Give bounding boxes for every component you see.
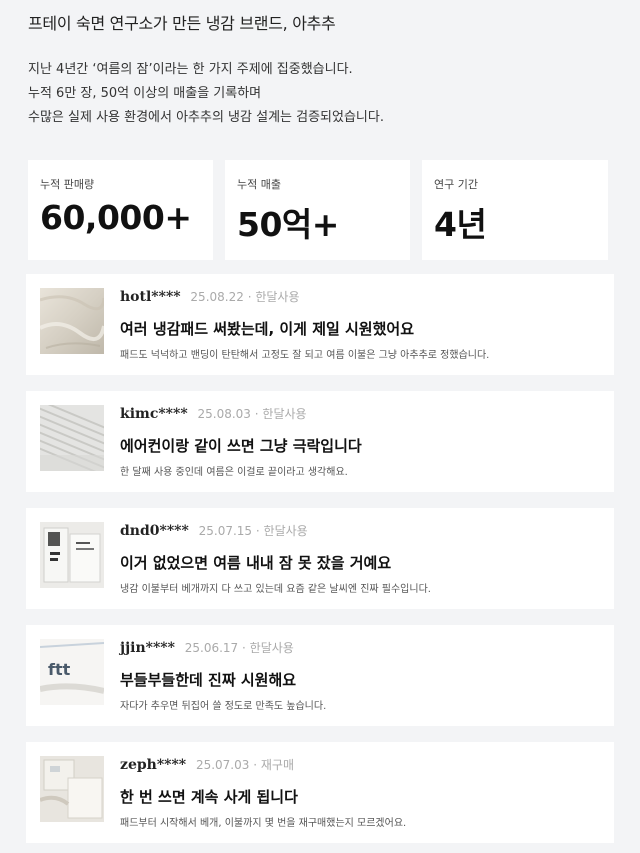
meta-separator: · xyxy=(254,407,259,421)
review-date: 25.07.03 xyxy=(195,758,250,772)
stat-card-period: 연구 기간 4년 xyxy=(422,160,608,260)
review-meta: zeph**** 25.07.03 · 재구매 xyxy=(120,756,294,773)
review-title: 이거 없었으면 여름 내내 잠 못 잤을 거예요 xyxy=(120,554,392,572)
review-card[interactable]: kimc**** 25.08.03 · 한달사용 에어컨이랑 같이 쓰면 그냥 … xyxy=(26,391,614,492)
review-card[interactable]: ftt jjin**** 25.06.17 · 한달사용 부들부들한데 진짜 시… xyxy=(26,625,614,726)
meta-separator: · xyxy=(253,758,258,772)
meta-separator: · xyxy=(247,290,252,304)
review-date: 25.08.22 xyxy=(190,290,244,304)
review-user: kimc**** xyxy=(120,406,188,422)
review-title: 여러 냉감패드 써봤는데, 이게 제일 시원했어요 xyxy=(120,320,415,338)
stat-card-revenue: 누적 매출 50억+ xyxy=(225,160,410,260)
review-body: 패드부터 시작해서 베개, 이불까지 몇 번을 재구매했는지 모르겠어요. xyxy=(120,818,407,829)
review-meta: hotl**** 25.08.22 · 한달사용 xyxy=(120,288,300,305)
stat-label: 누적 판매량 xyxy=(40,178,95,191)
stat-label: 누적 매출 xyxy=(237,178,281,191)
review-user: zeph**** xyxy=(120,757,187,773)
review-tag: 한달사용 xyxy=(255,290,300,304)
intro-line: 누적 6만 장, 50억 이상의 매출을 기록하며 xyxy=(28,86,262,101)
header-title: 프테이 숙면 연구소가 만든 냉감 브랜드, 아추추 xyxy=(28,14,336,33)
review-card[interactable]: zeph**** 25.07.03 · 재구매 한 번 쓰면 계속 사게 됩니다… xyxy=(26,742,614,843)
review-tag: 한달사용 xyxy=(263,524,308,538)
review-card[interactable]: hotl**** 25.08.22 · 한달사용 여러 냉감패드 써봤는데, 이… xyxy=(26,274,614,375)
stat-label: 연구 기간 xyxy=(434,178,478,191)
intro-line: 지난 4년간 ‘여름의 잠’이라는 한 가지 주제에 집중했습니다. xyxy=(28,62,353,77)
intro-line: 수많은 실제 사용 환경에서 아추추의 냉감 설계는 검증되었습니다. xyxy=(28,110,384,125)
review-tag: 한달사용 xyxy=(262,407,307,421)
review-card[interactable]: dnd0**** 25.07.15 · 한달사용 이거 없었으면 여름 내내 잠… xyxy=(26,508,614,609)
review-photo[interactable] xyxy=(40,288,104,354)
review-tag: 재구매 xyxy=(260,758,294,772)
review-date: 25.08.03 xyxy=(197,407,251,421)
review-title: 부들부들한데 진짜 시원해요 xyxy=(120,671,297,689)
review-meta: dnd0**** 25.07.15 · 한달사용 xyxy=(120,522,308,539)
review-title: 에어컨이랑 같이 쓰면 그냥 극락입니다 xyxy=(120,437,362,455)
stat-value: 50억+ xyxy=(237,205,339,244)
stat-card-sales: 누적 판매량 60,000+ xyxy=(28,160,213,260)
thumb-text: ftt xyxy=(48,660,71,679)
meta-separator: · xyxy=(255,524,260,538)
stats-row: 누적 판매량 60,000+ 누적 매출 50억+ 연구 기간 4년 xyxy=(28,160,608,260)
review-body: 자다가 추우면 뒤집어 쓸 정도로 만족도 높습니다. xyxy=(120,701,327,712)
review-user: hotl**** xyxy=(120,289,181,305)
review-title: 한 번 쓰면 계속 사게 됩니다 xyxy=(120,788,298,806)
intro-text: 지난 4년간 ‘여름의 잠’이라는 한 가지 주제에 집중했습니다. 누적 6만… xyxy=(28,58,618,130)
stat-value: 60,000+ xyxy=(40,198,192,237)
review-user: dnd0**** xyxy=(120,523,189,539)
review-date: 25.07.15 xyxy=(198,524,253,538)
review-list: hotl**** 25.08.22 · 한달사용 여러 냉감패드 써봤는데, 이… xyxy=(26,274,614,843)
review-tag: 한달사용 xyxy=(249,641,294,655)
review-body: 패드도 넉넉하고 밴딩이 탄탄해서 고정도 잘 되고 여름 이불은 그냥 아추추… xyxy=(120,350,490,361)
review-body: 냉감 이불부터 베개까지 다 쓰고 있는데 요즘 같은 날씨엔 진짜 필수입니다… xyxy=(120,584,431,595)
review-meta: kimc**** 25.08.03 · 한달사용 xyxy=(120,405,307,422)
meta-separator: · xyxy=(242,641,246,655)
review-photo[interactable] xyxy=(40,405,104,471)
review-photo[interactable] xyxy=(40,522,104,588)
review-user: jjin**** xyxy=(120,640,175,656)
review-body: 한 달째 사용 중인데 여름은 이걸로 끝이라고 생각해요. xyxy=(120,467,348,478)
review-date: 25.06.17 xyxy=(184,641,239,655)
review-meta: jjin**** 25.06.17 · 한달사용 xyxy=(120,639,294,656)
review-photo[interactable]: ftt xyxy=(40,639,104,705)
review-photo[interactable] xyxy=(40,756,104,822)
stat-value: 4년 xyxy=(434,205,487,244)
